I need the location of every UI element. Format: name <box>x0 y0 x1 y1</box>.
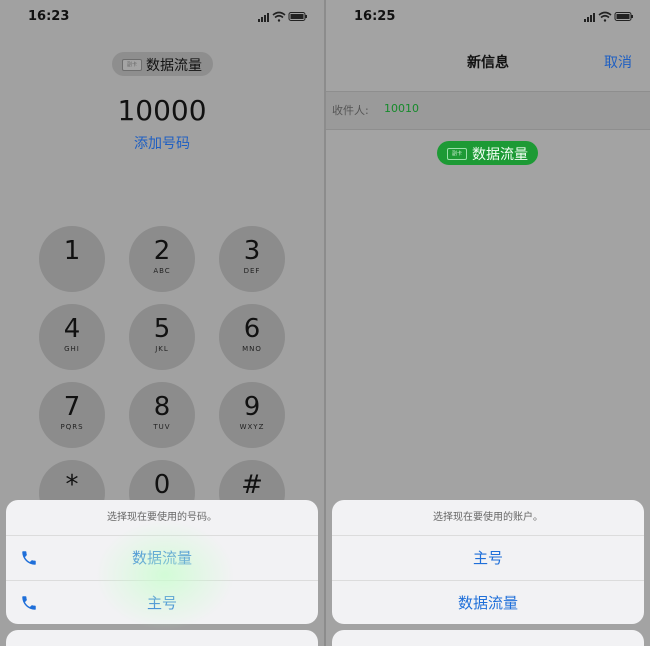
keypad-key-6[interactable]: 6 MNO <box>219 304 285 370</box>
key-letters: PQRS <box>60 423 84 431</box>
option-label: 数据流量 <box>457 594 518 612</box>
account-picker-sheet: 选择现在要使用的账户。 主号 数据流量 <box>332 500 644 624</box>
sim-chip-label: 数据流量 <box>146 58 202 74</box>
key-digit: 7 <box>63 392 81 422</box>
keypad-key-5[interactable]: 5 JKL <box>129 304 195 370</box>
recipient-label: 收件人: <box>332 104 369 117</box>
sim-card-icon: 副卡 <box>447 148 467 160</box>
option-label: 主号 <box>146 594 177 612</box>
key-digit: 1 <box>63 236 81 266</box>
cancel-sheet[interactable] <box>6 630 318 646</box>
key-digit: 6 <box>243 314 261 344</box>
key-letters: DEF <box>243 267 261 275</box>
keypad-key-4[interactable]: 4 GHI <box>39 304 105 370</box>
dialer-screen: 16:23 副卡 数据流量 10000 添加号码 1 2 ABC 3 DEF 4… <box>0 0 324 646</box>
key-letters: ABC <box>153 267 171 275</box>
key-digit: 5 <box>153 314 171 344</box>
option-main-line[interactable]: 主号 <box>6 581 318 624</box>
sheet-title: 选择现在要使用的号码。 <box>6 500 318 536</box>
new-message-screen: 16:25 新信息 取消 收件人: 10010 副卡 数据流量 选择现在要使用的… <box>326 0 650 646</box>
page-title: 新信息 <box>467 55 509 71</box>
status-icons <box>584 11 633 22</box>
status-bar: 16:25 <box>326 0 650 34</box>
cancel-button[interactable]: 取消 <box>604 52 632 72</box>
signal-icon <box>584 13 595 22</box>
add-number-link[interactable]: 添加号码 <box>0 133 324 153</box>
cancel-sheet[interactable] <box>332 630 644 646</box>
signal-icon <box>258 13 269 22</box>
sim-card-icon: 副卡 <box>122 59 142 71</box>
keypad-key-9[interactable]: 9 WXYZ <box>219 382 285 448</box>
option-label: 主号 <box>472 549 503 567</box>
key-letters: WXYZ <box>239 423 265 431</box>
sim-selector-chip[interactable]: 副卡 数据流量 <box>112 52 213 76</box>
key-letters: TUV <box>153 423 171 431</box>
sim-chip-label: 数据流量 <box>472 147 528 163</box>
key-digit: 8 <box>153 392 171 422</box>
battery-icon <box>288 12 307 21</box>
keypad-key-3[interactable]: 3 DEF <box>219 226 285 292</box>
key-digit: 9 <box>243 392 261 422</box>
wifi-icon <box>272 11 286 22</box>
phone-icon <box>22 596 36 610</box>
recipient-field[interactable]: 收件人: 10010 <box>326 91 650 130</box>
keypad-key-2[interactable]: 2 ABC <box>129 226 195 292</box>
keypad-key-1[interactable]: 1 <box>39 226 105 292</box>
status-time: 16:25 <box>354 9 396 24</box>
key-digit: 3 <box>243 236 261 266</box>
phone-icon <box>22 551 36 565</box>
key-letters: GHI <box>64 345 80 353</box>
key-letters: JKL <box>155 345 169 353</box>
option-data-account[interactable]: 数据流量 <box>332 581 644 624</box>
key-digit: 4 <box>63 314 81 344</box>
status-time: 16:23 <box>28 9 70 24</box>
option-data-line[interactable]: 数据流量 <box>6 536 318 581</box>
key-digit: # <box>241 470 263 500</box>
battery-icon <box>614 12 633 21</box>
sim-selector-chip[interactable]: 副卡 数据流量 <box>437 141 538 165</box>
dialed-number: 10000 <box>117 94 207 127</box>
sheet-title: 选择现在要使用的账户。 <box>332 500 644 536</box>
key-digit: * <box>65 470 79 500</box>
wifi-icon <box>598 11 612 22</box>
key-digit: 2 <box>153 236 171 266</box>
option-label: 数据流量 <box>131 549 192 567</box>
key-digit: 0 <box>153 470 171 500</box>
line-picker-sheet: 选择现在要使用的号码。 数据流量 主号 <box>6 500 318 624</box>
option-main-account[interactable]: 主号 <box>332 536 644 581</box>
keypad-key-7[interactable]: 7 PQRS <box>39 382 105 448</box>
recipient-value[interactable]: 10010 <box>384 102 419 115</box>
keypad-key-8[interactable]: 8 TUV <box>129 382 195 448</box>
key-letters: MNO <box>242 345 262 353</box>
status-bar: 16:23 <box>0 0 324 34</box>
status-icons <box>258 11 307 22</box>
